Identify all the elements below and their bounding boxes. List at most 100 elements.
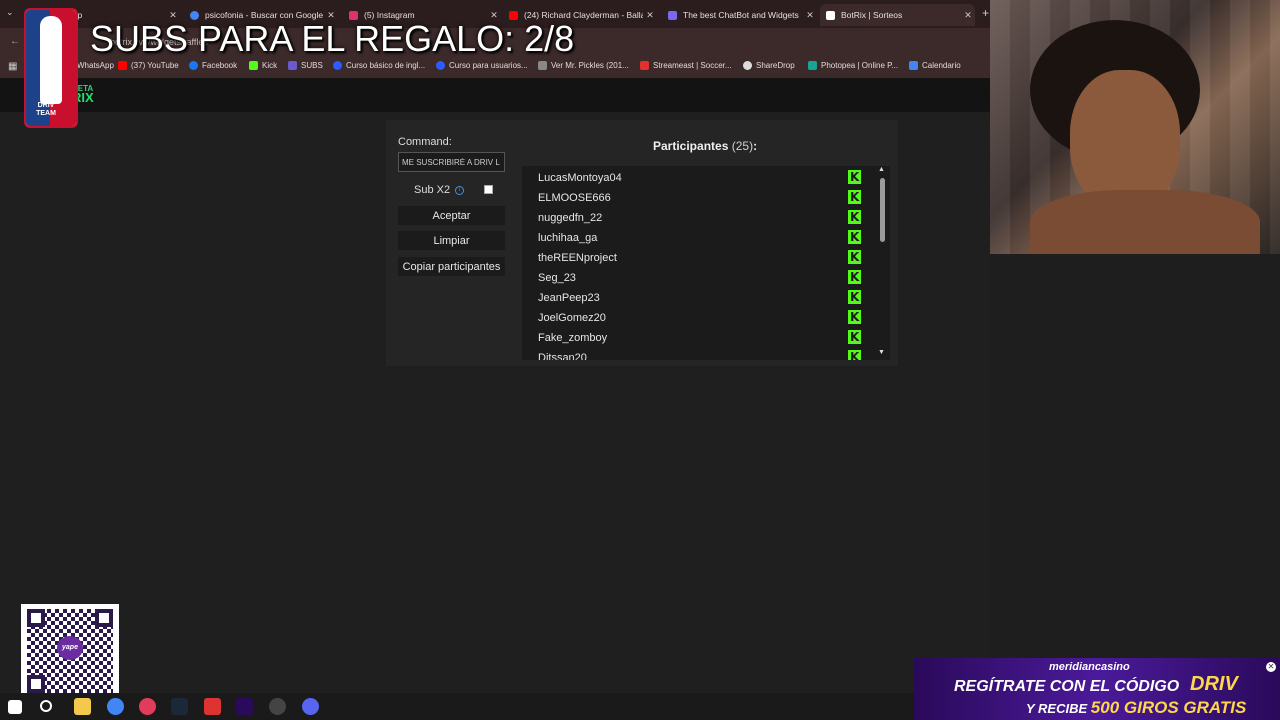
scrollbar-thumb[interactable] [880, 178, 885, 242]
bookmark-label: Photopea | Online P... [821, 61, 899, 70]
participant-name: theREENproject [538, 252, 617, 264]
participant-row: JeanPeep23 [522, 287, 872, 307]
copy-participants-button[interactable]: Copiar participantes [398, 257, 505, 276]
close-icon[interactable]: ✕ [961, 10, 975, 21]
botrix-icon [826, 10, 835, 20]
bookmark-sharedrop[interactable]: ShareDrop [743, 61, 795, 70]
kick-icon [848, 290, 861, 304]
close-icon[interactable]: ✕ [1266, 662, 1276, 672]
windows-taskbar [0, 693, 914, 720]
participants-colon: : [753, 139, 758, 153]
bookmark-label: Facebook [202, 61, 238, 70]
kick-icon [848, 330, 861, 344]
accept-button[interactable]: Aceptar [398, 206, 505, 225]
bookmark-facebook[interactable]: Facebook [189, 61, 237, 70]
site-header [0, 78, 990, 112]
discord-icon[interactable] [302, 698, 319, 715]
screen: ⌄ WhatsApp ✕ psicofonia - Buscar con Goo… [0, 0, 1280, 720]
qr-finder [27, 675, 45, 693]
streameast-icon [640, 61, 649, 70]
close-icon[interactable]: ✕ [643, 10, 657, 21]
back-arrow-icon[interactable]: ← [10, 36, 20, 47]
file-explorer-icon[interactable] [74, 698, 91, 715]
bookmark-kick[interactable]: Kick [249, 61, 277, 70]
chrome-icon[interactable] [107, 698, 124, 715]
kick-icon [848, 210, 861, 224]
team-logo-text: DRIV TEAM [36, 102, 56, 117]
tab-search-chevron-icon[interactable]: ⌄ [6, 7, 14, 18]
windows-icon[interactable] [8, 700, 22, 714]
apps-grid-icon[interactable]: ▦ [8, 61, 17, 72]
kick-icon [848, 230, 861, 244]
player-silhouette-icon [40, 16, 62, 104]
driv-team-logo: DRIV TEAM [24, 8, 78, 128]
kick-icon [848, 350, 861, 360]
participant-name: ELMOOSE666 [538, 192, 611, 204]
kick-icon [249, 61, 258, 70]
scroll-down-arrow-icon[interactable]: ▼ [878, 349, 885, 356]
participant-row: nuggedfn_22 [522, 207, 872, 227]
course-icon [436, 61, 445, 70]
bookmark-streameast[interactable]: Streameast | Soccer... [640, 61, 732, 70]
steam-icon[interactable] [171, 698, 188, 715]
participant-row: JoelGomez20 [522, 307, 872, 327]
facebook-icon [189, 61, 198, 70]
bookmark-curso-ingles[interactable]: Curso básico de ingl... [333, 61, 425, 70]
sub-x2-option: Sub X2 i [414, 184, 465, 196]
participant-name: nuggedfn_22 [538, 212, 603, 224]
participants-list[interactable]: LucasMontoya04 ELMOOSE666 nuggedfn_22 lu… [522, 166, 890, 360]
kick-icon [848, 310, 861, 324]
close-icon[interactable]: ✕ [803, 10, 817, 21]
sub-x2-checkbox[interactable] [484, 185, 493, 194]
participant-name: Fake_zomboy [538, 332, 608, 344]
kick-icon [848, 170, 861, 184]
stream-overlay-title: SUBS PARA EL REGALO: 2/8 [90, 18, 575, 59]
tab-botrix-sorteos[interactable]: BotRix | Sorteos ✕ [820, 4, 975, 26]
obs-icon[interactable] [269, 698, 286, 715]
ad-line2-prefix: Y RECIBE [1026, 701, 1088, 716]
participant-name: Ditssan20 [538, 352, 587, 360]
new-tab-icon[interactable]: + [982, 6, 989, 20]
yape-qr-code: yape [21, 604, 119, 698]
participant-row: Ditssan20 [522, 347, 872, 360]
participant-row: luchihaa_ga [522, 227, 872, 247]
clear-button[interactable]: Limpiar [398, 231, 505, 250]
bookmark-label: Streameast | Soccer... [653, 61, 732, 70]
bookmark-calendario[interactable]: Calendario [909, 61, 961, 70]
ad-line1: REGÍTRATE CON EL CÓDIGO [954, 678, 1180, 695]
info-icon[interactable]: i [455, 185, 465, 195]
kick-icon [848, 190, 861, 204]
ad-line2: Y RECIBE 500 GIROS GRATIS [1026, 698, 1246, 718]
bookmark-youtube[interactable]: (37) YouTube [118, 61, 179, 70]
participant-name: JeanPeep23 [538, 292, 600, 304]
premiere-icon[interactable] [236, 698, 253, 715]
qr-finder [27, 609, 45, 627]
webcam-person-body [1030, 190, 1260, 254]
media-player-icon[interactable] [139, 698, 156, 715]
recorder-icon[interactable] [204, 698, 221, 715]
tab-title: BotRix | Sorteos [841, 10, 903, 20]
tab-title: The best ChatBot and Widgets [683, 10, 799, 20]
course-icon [333, 61, 342, 70]
bookmark-photopea[interactable]: Photopea | Online P... [808, 61, 898, 70]
bookmark-label: Curso básico de ingl... [346, 61, 426, 70]
participant-name: luchihaa_ga [538, 232, 598, 244]
bookmark-subs[interactable]: SUBS [288, 61, 323, 70]
sub-x2-label: Sub X2 [414, 184, 451, 196]
bookmark-label: Curso para usuarios... [449, 61, 528, 70]
scroll-up-arrow-icon[interactable]: ▲ [878, 166, 885, 173]
search-icon[interactable] [40, 700, 52, 712]
participants-title: Participantes (25): [653, 139, 757, 153]
ad-line2-highlight: 500 GIROS GRATIS [1090, 698, 1247, 717]
youtube-icon [118, 61, 127, 70]
command-input[interactable] [398, 152, 505, 172]
tab-chatbot[interactable]: The best ChatBot and Widgets ✕ [662, 4, 817, 26]
participant-name: JoelGomez20 [538, 312, 606, 324]
photopea-icon [808, 61, 817, 70]
sharedrop-icon [743, 61, 752, 70]
bookmark-mr-pickles[interactable]: Ver Mr. Pickles (201... [538, 61, 629, 70]
bookmark-curso-usuarios[interactable]: Curso para usuarios... [436, 61, 528, 70]
casino-ad-banner: meridiancasino REGÍTRATE CON EL CÓDIGO D… [914, 658, 1280, 720]
subs-icon [288, 61, 297, 70]
botrix-icon [668, 10, 677, 20]
